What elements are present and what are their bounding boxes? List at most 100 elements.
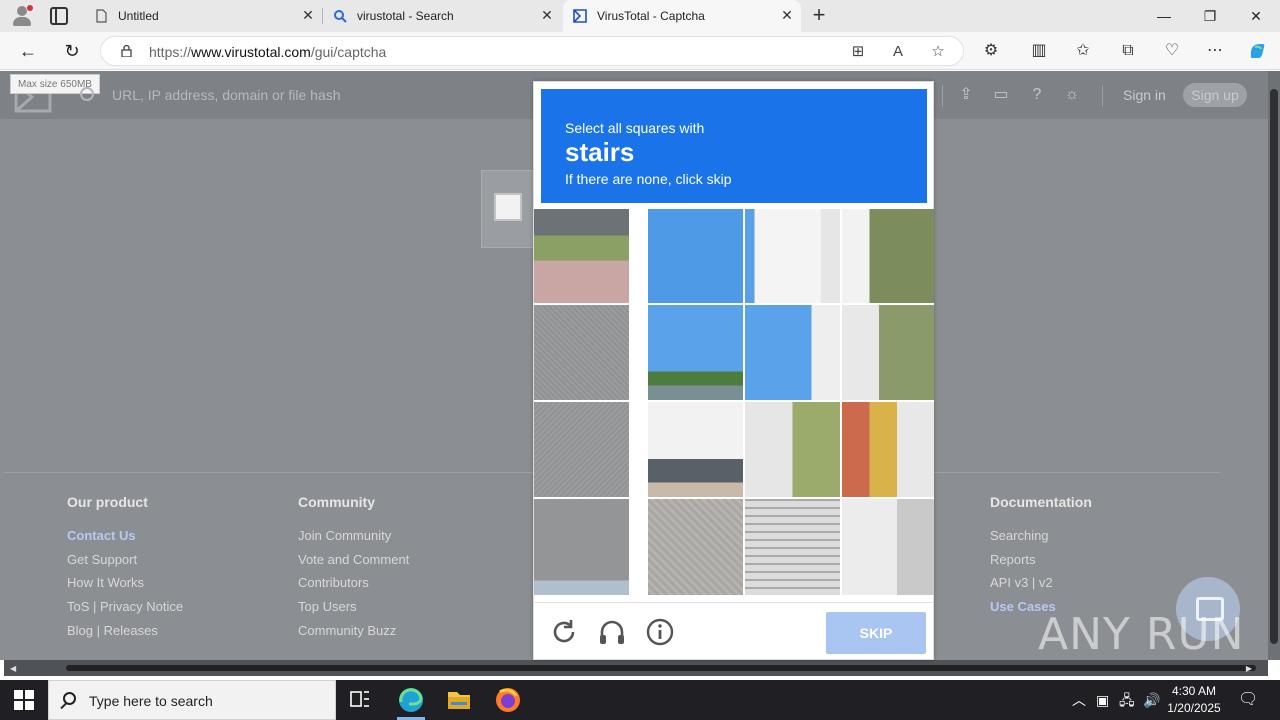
footer-link[interactable]: ToS | Privacy Notice [67, 595, 183, 619]
theme-sun-icon[interactable]: ☼ [1062, 85, 1082, 105]
sign-in-link[interactable]: Sign in [1123, 87, 1166, 103]
volume-icon[interactable]: 🔊 [1143, 690, 1160, 710]
captcha-tile[interactable] [842, 499, 934, 595]
captcha-tile[interactable] [745, 402, 840, 497]
close-window-button[interactable]: ✕ [1233, 0, 1279, 32]
firefox-icon[interactable] [484, 680, 532, 720]
collections-icon[interactable]: ⧉ [1118, 41, 1138, 61]
footer-link[interactable]: Contributors [298, 571, 409, 595]
vt-search-input[interactable]: URL, IP address, domain or file hash [112, 87, 341, 103]
minimize-button[interactable]: — [1141, 0, 1187, 32]
captcha-tile[interactable] [534, 499, 629, 595]
footer-col-documentation: Documentation Searching Reports API v3 |… [990, 494, 1092, 619]
footer-heading: Our product [67, 494, 148, 510]
captcha-tile[interactable] [842, 305, 934, 400]
file-explorer-icon[interactable] [435, 680, 483, 720]
edge-taskbar-button[interactable] [387, 680, 435, 720]
search-icon [80, 87, 94, 101]
refresh-icon[interactable] [549, 617, 579, 647]
footer-col-product: Our product Contact Us Get Support How I… [67, 494, 183, 643]
extensions-icon[interactable]: ⚙ [981, 41, 1001, 61]
footer-link[interactable]: Blog | Releases [67, 619, 183, 643]
footer-link[interactable]: Vote and Comment [298, 548, 409, 572]
more-menu-icon[interactable]: ⋯ [1205, 41, 1225, 61]
footer-link[interactable]: Get Support [67, 548, 183, 572]
address-bar[interactable]: https://www.virustotal.com/gui/captcha ⊞… [100, 36, 964, 66]
footer-link[interactable]: Community Buzz [298, 619, 409, 643]
restore-button[interactable]: ❐ [1187, 0, 1233, 32]
windows-start-icon[interactable] [14, 690, 34, 710]
sign-up-button[interactable]: Sign up [1183, 83, 1247, 107]
edge-icon [399, 688, 423, 712]
captcha-tile[interactable] [648, 499, 743, 595]
upload-icon[interactable]: ⇪ [956, 85, 976, 105]
meet-now-icon[interactable]: ▣ [1096, 690, 1109, 710]
network-icon[interactable]: 🖧 [1119, 690, 1135, 710]
anyrun-watermark: ANY RUN [1038, 609, 1245, 660]
horizontal-scrollbar[interactable]: ◀ ▶ [4, 660, 1268, 676]
captcha-divider [534, 602, 934, 603]
captcha-checkbox[interactable] [494, 193, 522, 221]
tab-title: VirusTotal - Captcha [597, 9, 705, 23]
taskbar-search-box[interactable]: Type here to search [48, 680, 336, 720]
close-icon[interactable]: ✕ [539, 7, 555, 23]
close-icon[interactable]: ✕ [300, 7, 316, 23]
page-icon [96, 9, 107, 23]
footer-link[interactable]: Reports [990, 548, 1092, 572]
refresh-button[interactable]: ↻ [62, 41, 82, 61]
captcha-tile[interactable] [842, 209, 934, 303]
captcha-tile[interactable] [745, 499, 840, 595]
help-icon[interactable]: ? [1027, 85, 1047, 105]
favorites-icon[interactable]: ✩ [1073, 41, 1093, 61]
vertical-scrollbar[interactable] [1268, 71, 1280, 660]
copilot-icon[interactable] [1247, 41, 1267, 61]
profile-icon[interactable] [10, 5, 34, 27]
tab-untitled[interactable]: Untitled ✕ [84, 0, 322, 32]
read-aloud-icon[interactable]: A [889, 43, 907, 61]
skip-button[interactable]: SKIP [826, 612, 926, 654]
footer-col-community: Community Join Community Vote and Commen… [298, 494, 409, 643]
tab-virustotal-search[interactable]: virustotal - Search ✕ [323, 0, 561, 32]
headphones-icon[interactable] [597, 617, 627, 647]
footer-link[interactable]: Join Community [298, 524, 409, 548]
new-tab-button[interactable]: + [808, 4, 830, 27]
app-available-icon[interactable]: ⊞ [849, 43, 867, 61]
footer-link[interactable]: Searching [990, 524, 1092, 548]
notifications-icon[interactable]: 🗨 [1238, 690, 1258, 710]
captcha-tile[interactable] [534, 402, 629, 497]
notifications-icon[interactable]: ▭ [991, 85, 1011, 105]
captcha-image-grid [534, 209, 934, 595]
captcha-tile[interactable] [648, 209, 743, 303]
windows-taskbar: Type here to search ︿ ▣ 🖧 🔊 4:30 AM 1/20… [0, 680, 1280, 720]
info-icon[interactable] [645, 617, 675, 647]
back-button[interactable]: ← [18, 41, 38, 61]
url-text: https://www.virustotal.com/gui/captcha [149, 44, 387, 60]
footer-link[interactable]: Contact Us [67, 524, 183, 548]
split-screen-icon[interactable]: ▥ [1029, 41, 1049, 61]
captcha-tile[interactable] [534, 209, 629, 303]
task-view-icon[interactable] [336, 680, 384, 720]
divider [942, 85, 943, 107]
captcha-tile[interactable] [842, 402, 934, 497]
favorite-star-icon[interactable]: ☆ [929, 43, 947, 61]
tray-overflow-icon[interactable]: ︿ [1072, 690, 1086, 710]
footer-link[interactable]: API v3 | v2 [990, 571, 1092, 595]
lock-icon[interactable] [121, 45, 132, 57]
footer-heading: Community [298, 494, 375, 510]
captcha-tile[interactable] [534, 305, 629, 400]
footer-link[interactable]: How It Works [67, 571, 183, 595]
captcha-tile[interactable] [648, 402, 743, 497]
captcha-tile[interactable] [648, 305, 743, 400]
system-clock[interactable]: 4:30 AM 1/20/2025 [1164, 683, 1224, 717]
captcha-tile[interactable] [745, 305, 840, 400]
captcha-tile[interactable] [745, 209, 840, 303]
close-icon[interactable]: ✕ [779, 7, 795, 23]
browser-essentials-icon[interactable]: ♡ [1162, 41, 1182, 61]
search-icon [63, 692, 76, 705]
footer-link[interactable]: Top Users [298, 595, 409, 619]
virustotal-icon [573, 9, 587, 23]
tab-actions-icon[interactable] [50, 7, 68, 25]
search-icon [334, 10, 347, 23]
captcha-checkbox-card [481, 170, 541, 248]
tab-virustotal-captcha[interactable]: VirusTotal - Captcha ✕ [563, 0, 801, 32]
